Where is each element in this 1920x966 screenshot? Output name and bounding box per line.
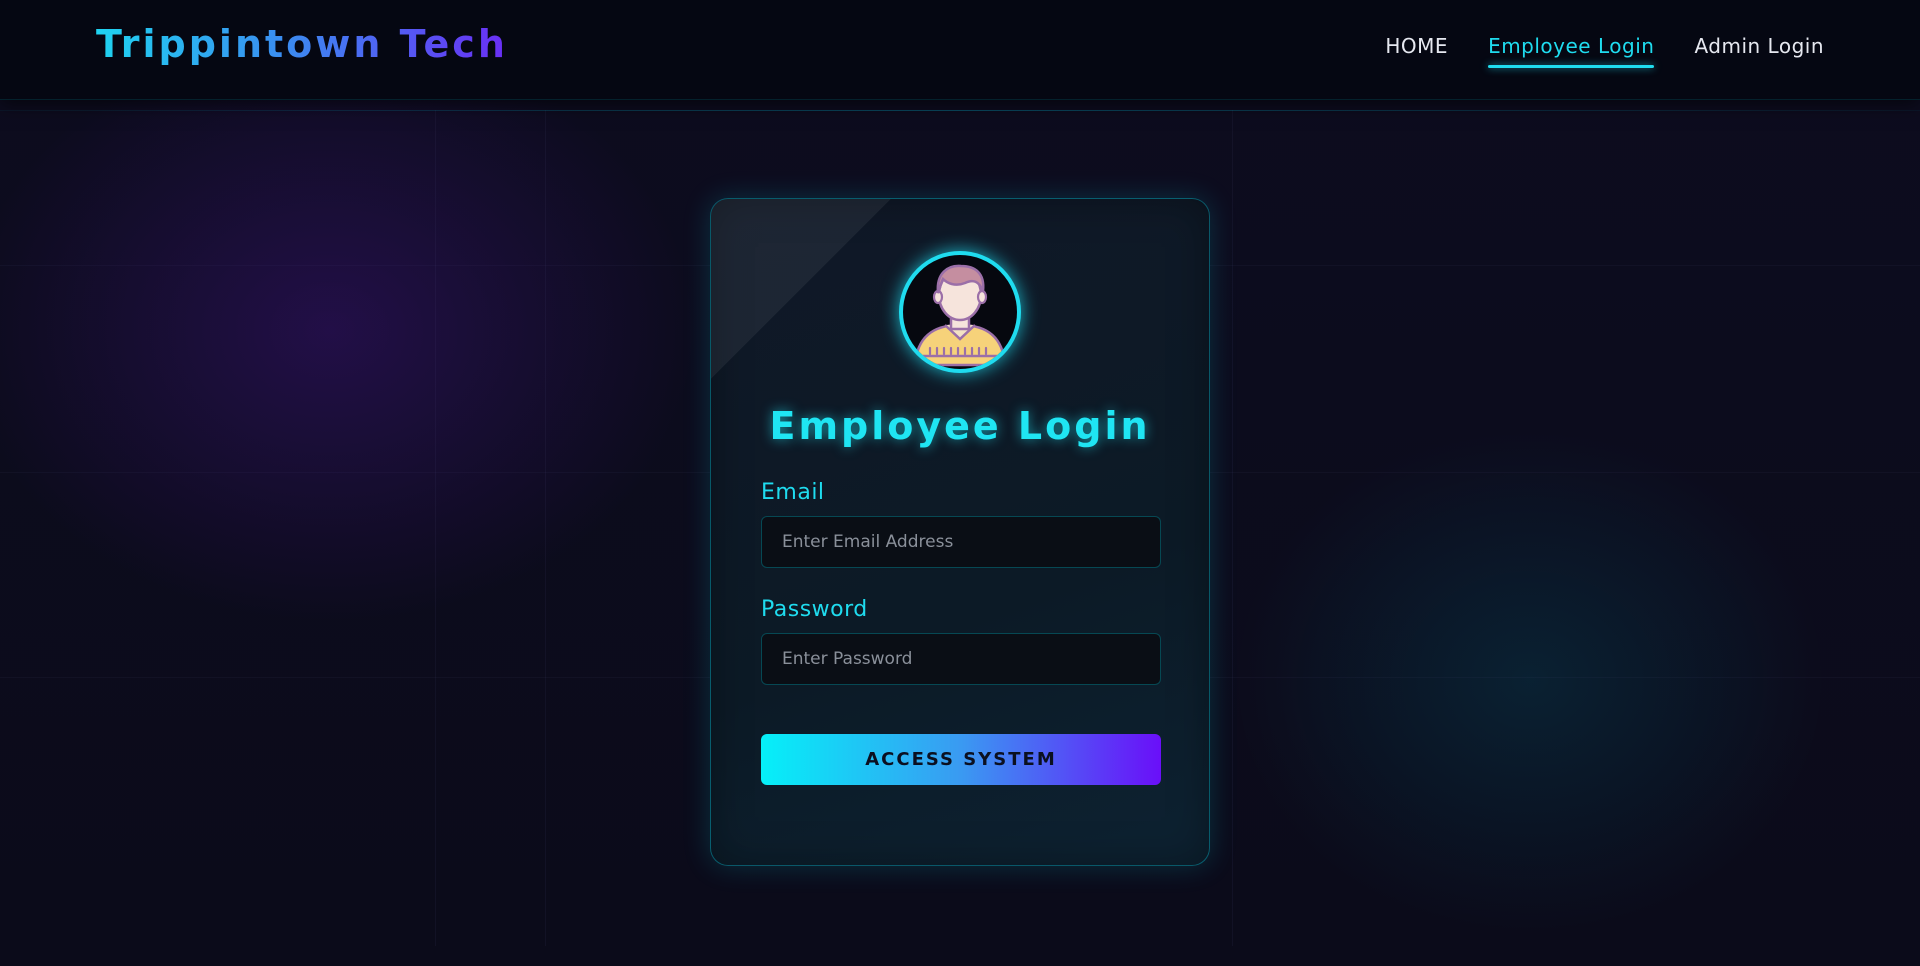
login-title: Employee Login [769,404,1151,448]
background-grid-line [1232,110,1233,946]
email-input[interactable] [761,516,1161,568]
brand-logo[interactable]: Trippintown Tech [96,22,508,66]
card-sheen [711,199,891,379]
header-divider [0,110,1920,111]
nav-employee-login-link[interactable]: Employee Login [1488,34,1655,68]
access-system-button[interactable]: ACCESS SYSTEM [761,734,1161,785]
password-input[interactable] [761,633,1161,685]
login-card: Employee Login Email Password ACCESS SYS… [710,198,1210,866]
nav-admin-login-link[interactable]: Admin Login [1694,34,1824,64]
page: Trippintown Tech HOME Employee Login Adm… [0,0,1920,966]
password-label: Password [761,597,868,622]
top-navbar: Trippintown Tech HOME Employee Login Adm… [0,0,1920,100]
user-avatar-icon [899,251,1021,373]
nav-home-link[interactable]: HOME [1385,34,1448,64]
main-nav: HOME Employee Login Admin Login [1385,34,1824,68]
email-label: Email [761,480,825,505]
background-grid-line [545,110,546,946]
background-grid-line [435,110,436,946]
